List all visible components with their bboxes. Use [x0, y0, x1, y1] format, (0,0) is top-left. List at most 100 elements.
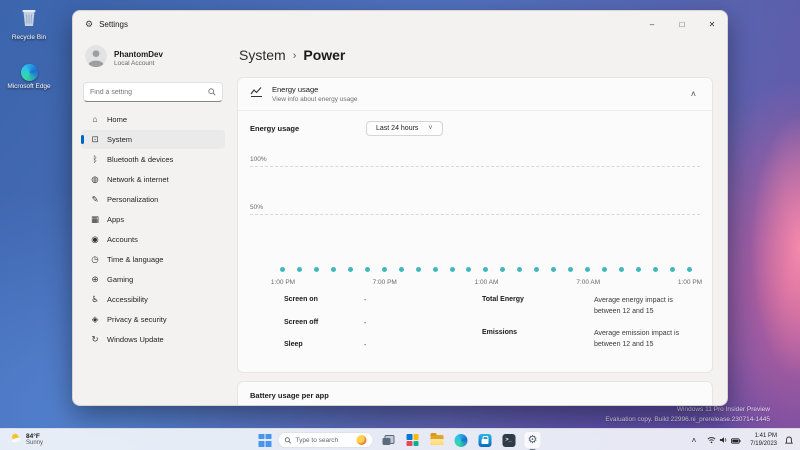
stat-total-energy: Total Energy Average energy impact is be… [482, 296, 673, 315]
minimize-button[interactable]: – [637, 11, 667, 37]
taskbar-app-settings[interactable]: ⚙ [523, 431, 542, 449]
gaming-icon: ⊕ [91, 274, 99, 285]
chart-point [466, 267, 472, 272]
line-chart-icon [250, 85, 263, 103]
start-button[interactable] [258, 433, 272, 447]
insider-watermark: Windows 11 Pro Insider Preview Evaluatio… [605, 406, 770, 423]
sidebar: PhantomDev Local Account ⌂ Home [73, 37, 233, 405]
network-volume-battery-group[interactable] [704, 429, 744, 450]
y-axis-tick-100: 100% [250, 156, 270, 163]
sidebar-item-apps[interactable]: ▦ Apps [81, 210, 225, 229]
taskbar-app-edge[interactable] [452, 431, 470, 449]
stat-screen-off: Screen off - [284, 318, 367, 327]
settings-search-input[interactable] [90, 88, 208, 96]
edge-icon [20, 64, 38, 81]
chart-point [398, 267, 404, 272]
taskbar-app-file-explorer[interactable] [428, 431, 446, 449]
chart-point [381, 267, 387, 272]
avatar [85, 45, 107, 72]
x-axis-labels: 1:00 PM 7:00 PM 1:00 AM 7:00 AM 1:00 PM [263, 279, 710, 286]
sidebar-item-accounts[interactable]: ◉ Accounts [81, 230, 225, 249]
energy-usage-card-header[interactable]: Energy usage View info about energy usag… [238, 78, 712, 110]
time-range-dropdown[interactable]: Last 24 hours ˅ [366, 121, 443, 136]
close-button[interactable]: ✕ [697, 11, 727, 37]
gridline-50 [250, 214, 700, 215]
weather-condition: Sunny [26, 440, 44, 447]
chart-point [415, 267, 421, 272]
main-content: System › Power Energy usage View info ab… [233, 37, 727, 405]
desktop: Recycle Bin Microsoft Edge ⚙ Settings – … [0, 0, 800, 450]
taskbar-app-store[interactable] [476, 431, 494, 449]
chart-point [652, 267, 658, 272]
volume-icon [719, 431, 728, 449]
update-icon: ↻ [91, 334, 99, 345]
y-axis-tick-50: 50% [250, 204, 267, 211]
settings-window: ⚙ Settings – □ ✕ PhantomDev Local Accoun… [72, 10, 728, 406]
window-controls: – □ ✕ [637, 11, 727, 37]
weather-widget[interactable]: 84°F Sunny [5, 429, 48, 450]
settings-search-box[interactable] [83, 82, 223, 102]
sidebar-item-gaming[interactable]: ⊕ Gaming [81, 270, 225, 289]
chart-point [669, 267, 675, 272]
chart-point [313, 267, 319, 272]
breadcrumb-separator: › [292, 49, 297, 62]
battery-section-title: Battery usage per app [250, 390, 329, 400]
weather-temp: 84°F [26, 432, 40, 440]
taskbar: 84°F Sunny ⚙ ˄ [0, 428, 800, 450]
taskbar-search-box[interactable] [277, 432, 374, 448]
task-view-icon [382, 435, 395, 445]
x-axis-tick: 1:00 PM [677, 279, 703, 286]
x-axis-tick: 7:00 PM [372, 279, 397, 286]
window-titlebar[interactable]: ⚙ Settings – □ ✕ [73, 11, 727, 37]
x-axis-tick: 1:00 AM [474, 279, 499, 286]
widgets-icon [406, 434, 419, 446]
tray-overflow-chevron-icon[interactable]: ˄ [690, 436, 699, 445]
taskbar-app-terminal[interactable] [500, 431, 518, 449]
chart-point [602, 267, 608, 272]
sidebar-item-network-internet[interactable]: ◍ Network & internet [81, 170, 225, 189]
chart-point [686, 267, 692, 272]
sidebar-item-time-language[interactable]: ◷ Time & language [81, 250, 225, 269]
accounts-icon: ◉ [91, 234, 99, 245]
store-icon [478, 433, 491, 447]
apps-icon: ▦ [90, 214, 100, 225]
notifications-bell-icon[interactable] [783, 436, 795, 445]
taskbar-app-task-view[interactable] [380, 431, 398, 449]
sidebar-item-home[interactable]: ⌂ Home [81, 110, 225, 129]
desktop-icon-recycle-bin[interactable]: Recycle Bin [2, 7, 56, 42]
file-explorer-icon [430, 433, 443, 445]
chart-dots [280, 267, 692, 272]
sidebar-item-bluetooth-devices[interactable]: ᛒ Bluetooth & devices [81, 150, 225, 169]
collapse-chevron-icon[interactable]: ˄ [687, 89, 700, 99]
weather-icon [10, 431, 22, 449]
sidebar-item-windows-update[interactable]: ↻ Windows Update [81, 330, 225, 349]
sidebar-item-accessibility[interactable]: ♿ Accessibility [81, 290, 225, 309]
sidebar-item-system[interactable]: ⊡ System [81, 130, 225, 149]
stat-emissions: Emissions Average emission impact is bet… [482, 329, 680, 348]
x-axis-tick: 7:00 AM [576, 279, 601, 286]
desktop-icon-microsoft-edge[interactable]: Microsoft Edge [2, 64, 56, 91]
chart-point [432, 267, 438, 272]
energy-usage-label: Energy usage [250, 124, 300, 133]
taskbar-search-input[interactable] [295, 436, 353, 444]
energy-stats: Screen on - Screen off - Sleep - Total E… [250, 296, 700, 364]
user-profile[interactable]: PhantomDev Local Account [81, 41, 225, 80]
maximize-button[interactable]: □ [667, 11, 697, 37]
stat-sleep: Sleep - [284, 341, 367, 349]
sidebar-nav: ⌂ Home ⊡ System ᛒ Bluetooth & devices ◍ … [81, 110, 225, 350]
taskbar-clock[interactable]: 1:41 PM 7/19/2023 [750, 432, 777, 448]
taskbar-app-widgets[interactable] [404, 431, 422, 449]
desktop-icon-label: Recycle Bin [11, 34, 47, 41]
stat-screen-on: Screen on - [284, 296, 367, 304]
breadcrumb-system[interactable]: System [239, 47, 286, 63]
chart-point [500, 267, 506, 272]
sidebar-item-privacy-security[interactable]: ◈ Privacy & security [81, 310, 225, 329]
chart-point [483, 267, 489, 272]
settings-app-icon: ⚙ [85, 18, 94, 29]
chart-point [364, 267, 370, 272]
chart-point [534, 267, 540, 272]
terminal-icon [502, 433, 515, 447]
card-title: Energy usage [272, 85, 319, 94]
sidebar-item-personalization[interactable]: ✎ Personalization [81, 190, 225, 209]
chart-point [330, 267, 336, 272]
